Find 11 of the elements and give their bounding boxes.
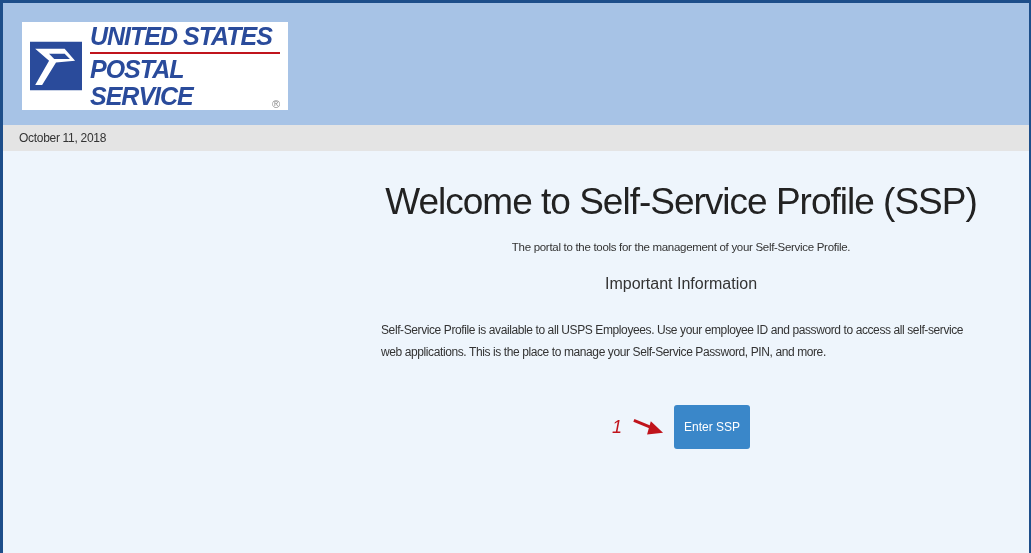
page-title: Welcome to Self-Service Profile (SSP) (385, 181, 977, 223)
date-text: October 11, 2018 (19, 131, 107, 145)
step-number: 1 (611, 416, 622, 438)
enter-button[interactable]: Enter SSP (674, 405, 750, 449)
registered-mark: ® (271, 97, 280, 110)
arrow-icon (632, 417, 664, 437)
subtitle-text: The portal to the tools for the management of your Self-Service Profile. (511, 241, 851, 253)
logo-text: UNITED STATES (90, 22, 274, 50)
logo-text: POSTAL SERVICE (90, 55, 195, 110)
section-heading: Important Information (604, 275, 758, 293)
info-paragraph: Self-Service Profile is available to all USPS Employees. Use your employee ID and password to access all self-service web applications. This is the place to manage your Self-Service Password, PIN, and more. (381, 322, 965, 361)
